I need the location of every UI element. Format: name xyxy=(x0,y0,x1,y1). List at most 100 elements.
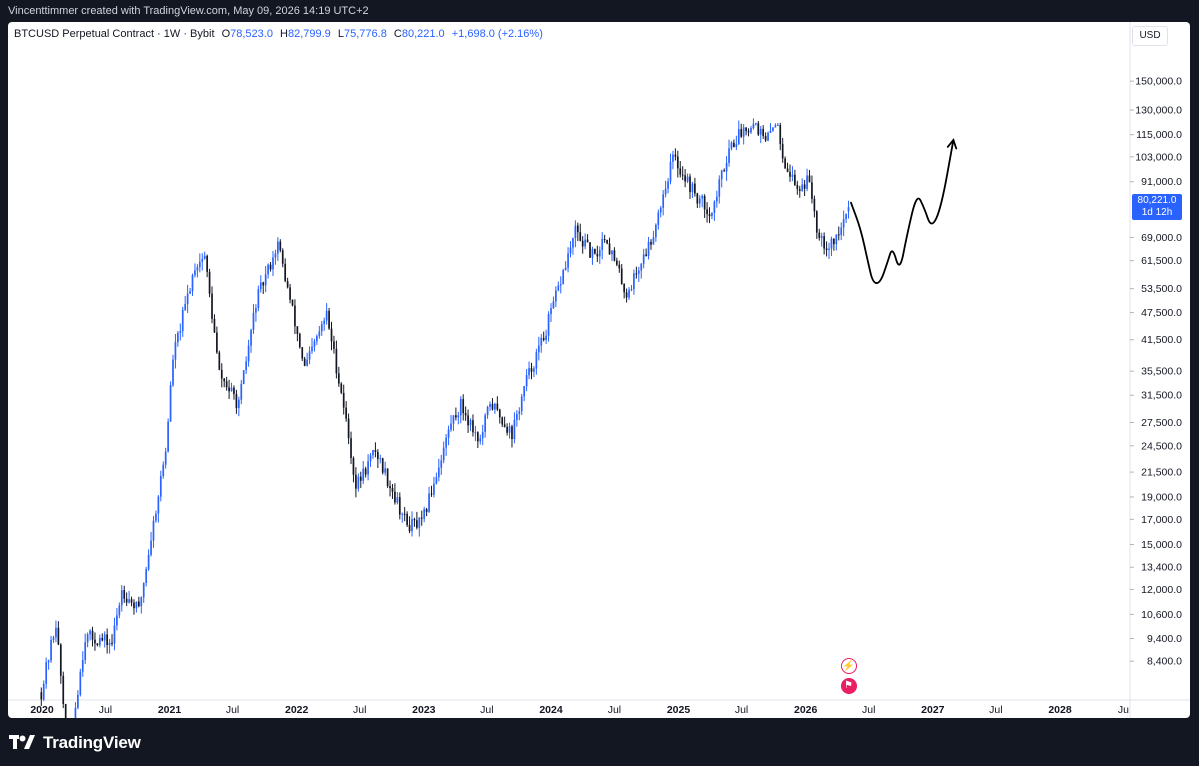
candle-body xyxy=(367,461,369,475)
candle-body xyxy=(611,250,613,255)
candle-body xyxy=(335,348,338,374)
x-tick-label: 2023 xyxy=(412,704,436,716)
candle-body xyxy=(745,127,747,132)
candle-body xyxy=(842,219,845,228)
candle-body xyxy=(223,378,226,382)
candle-body xyxy=(442,447,445,461)
candle-body xyxy=(142,582,145,598)
candle-body xyxy=(564,267,567,271)
candle-body xyxy=(355,474,357,489)
y-tick-label: 17,000.0 xyxy=(1141,514,1182,526)
y-tick-label: 9,400.0 xyxy=(1147,633,1182,645)
candle-body xyxy=(177,332,179,343)
candle-body xyxy=(652,237,655,245)
candle-body xyxy=(728,148,730,163)
candle-body xyxy=(786,168,789,172)
y-tick-label: 8,400.0 xyxy=(1147,656,1182,668)
candle-body xyxy=(659,207,662,213)
candle-body xyxy=(686,176,689,182)
candle-body xyxy=(52,637,55,640)
candle-body xyxy=(457,415,460,418)
candle-body xyxy=(111,642,113,644)
candle-body xyxy=(181,309,184,332)
candle-body xyxy=(801,184,804,191)
candle-body xyxy=(79,671,82,695)
candle-body xyxy=(776,124,779,126)
candle-body xyxy=(118,605,121,616)
candle-body xyxy=(581,240,584,247)
candle-body xyxy=(533,368,535,372)
price-chart[interactable]: 150,000.0 130,000.0 115,000.0 103,000.0 91,0… xyxy=(8,22,1190,718)
x-tick-label: 2028 xyxy=(1048,704,1072,716)
candle-body xyxy=(81,659,84,672)
lightning-event-icon[interactable]: ⚡ xyxy=(840,658,857,674)
chart-panel[interactable]: 150,000.0 130,000.0 115,000.0 103,000.0 91,0… xyxy=(8,22,1190,718)
candle-body xyxy=(679,168,682,175)
candle-body xyxy=(91,630,94,640)
candle-body xyxy=(162,464,165,477)
candle-body xyxy=(286,281,289,288)
candle-body xyxy=(579,232,582,241)
candle-body xyxy=(86,634,89,643)
candle-body xyxy=(150,540,152,555)
candle-body xyxy=(540,337,543,346)
currency-button[interactable]: USD xyxy=(1132,26,1168,46)
candle-body xyxy=(684,175,686,182)
candle-body xyxy=(633,273,635,290)
y-tick-label: 103,000.0 xyxy=(1135,151,1182,163)
y-tick-label: 115,000.0 xyxy=(1136,129,1182,141)
candle-body xyxy=(796,184,799,190)
candle-body xyxy=(481,432,484,439)
candle-body xyxy=(272,257,274,270)
candle-body xyxy=(123,590,126,599)
candle-body xyxy=(194,270,196,276)
candle-body xyxy=(140,597,143,607)
candle-body xyxy=(345,407,347,419)
high-value: 82,799.9 xyxy=(287,28,331,40)
us-flag-event-icon[interactable]: ⚑ xyxy=(840,678,857,694)
candle-body xyxy=(840,227,843,236)
candle-body xyxy=(191,275,194,292)
candle-body xyxy=(337,373,340,384)
candle-body xyxy=(569,247,572,254)
candle-body xyxy=(520,396,523,412)
candle-body xyxy=(798,189,801,191)
candle-body xyxy=(752,123,755,129)
x-tick-label: 2021 xyxy=(158,704,182,716)
candle-body xyxy=(547,314,550,336)
candle-body xyxy=(208,271,211,294)
candle-body xyxy=(774,125,777,128)
candle-body xyxy=(735,144,738,148)
y-tick-label: 41,500.0 xyxy=(1141,334,1182,346)
candle-body xyxy=(576,225,579,233)
candle-body xyxy=(791,174,794,177)
candle-body xyxy=(772,127,774,131)
candle-body xyxy=(674,154,677,157)
candle-body xyxy=(167,421,169,452)
tradingview-logo[interactable]: TradingView xyxy=(9,733,141,753)
candle-body xyxy=(289,287,291,300)
x-tick-label: 2022 xyxy=(285,704,309,716)
x-tick-label: 2027 xyxy=(921,704,945,716)
candle-body xyxy=(147,554,150,570)
symbol-title[interactable]: BTCUSD Perpetual Contract · 1W · Bybit xyxy=(14,28,215,40)
candle-body xyxy=(364,468,367,475)
candle-body xyxy=(562,270,565,285)
candle-body xyxy=(42,683,45,700)
candle-body xyxy=(94,639,96,644)
candle-body xyxy=(450,423,452,430)
candle-body xyxy=(474,432,477,434)
candle-body xyxy=(423,509,426,519)
candle-body xyxy=(242,370,245,384)
open-value: 78,523.0 xyxy=(230,28,273,40)
tradingview-logo-icon xyxy=(9,735,35,749)
candle-body xyxy=(516,414,518,420)
x-tick-label: 2020 xyxy=(30,704,54,716)
candle-body xyxy=(625,292,628,298)
change-value: +1,698.0 (+2.16%) xyxy=(451,28,543,40)
candle-body xyxy=(379,458,382,460)
candle-body xyxy=(613,250,616,261)
projection-curve xyxy=(850,139,955,284)
candle-body xyxy=(391,488,394,492)
candle-body xyxy=(464,413,467,416)
